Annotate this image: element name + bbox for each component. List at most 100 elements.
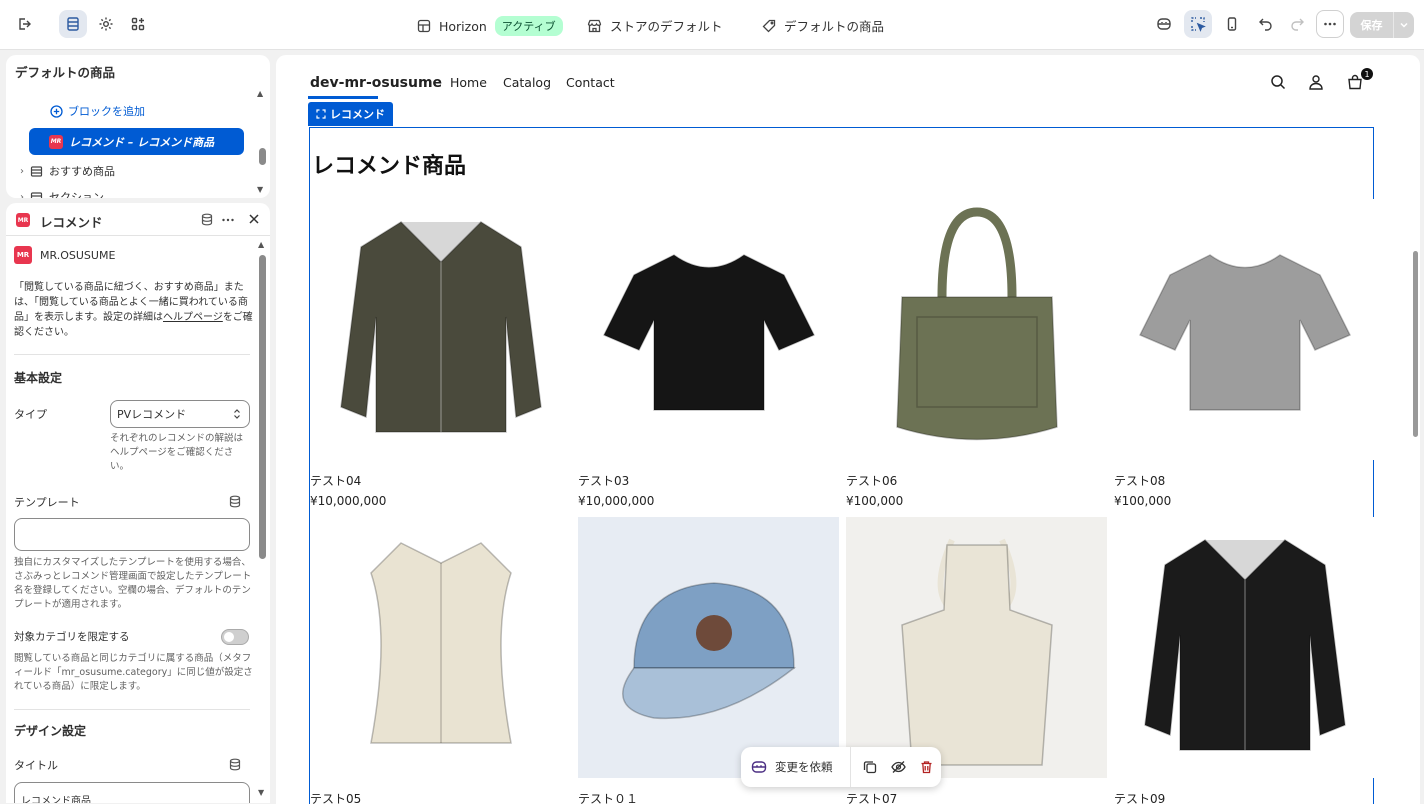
scroll-up-icon[interactable]: ▲ — [257, 89, 263, 98]
template-help: 独自にカスタマイズしたテンプレートを使用する場合、さぶみっとレコメンド管理画面で… — [14, 557, 252, 610]
help-page-link[interactable]: ヘルプページ — [163, 312, 223, 323]
add-block-button[interactable]: ブロックを追加 — [50, 103, 145, 119]
nav-catalog[interactable]: Catalog — [503, 75, 551, 90]
scrollbar-thumb[interactable] — [259, 255, 266, 559]
block-description: 「閲覧している商品に紐づく、おすすめ商品」または、「閲覧している商品とよく一緒に… — [14, 280, 254, 340]
store-preview: dev-mr-osusume Home Catalog Contact 1 レコ… — [276, 55, 1420, 804]
category-toggle[interactable] — [221, 629, 249, 645]
sections-icon[interactable] — [59, 10, 87, 38]
divider — [14, 354, 250, 355]
hide-icon[interactable] — [884, 760, 912, 774]
type-select-value: PVレコメンド — [117, 408, 187, 421]
divider — [14, 709, 250, 710]
product-name[interactable]: テスト09 — [1114, 790, 1375, 804]
select-arrows-icon — [234, 409, 240, 419]
product-name[interactable]: テスト05 — [310, 790, 571, 804]
layout-icon — [417, 19, 431, 33]
store-template-selector[interactable]: ストアのデフォルト — [587, 16, 723, 35]
database-icon[interactable] — [229, 495, 241, 508]
tree-item[interactable]: › セクション — [20, 189, 104, 198]
block-header: MR レコメンド — [6, 203, 270, 236]
product-image[interactable] — [310, 199, 571, 460]
product-price: ¥10,000,000 — [310, 494, 387, 508]
category-help: 閲覧している商品と同じカテゴリに属する商品（メタフィールド「mr_osusume… — [14, 653, 253, 692]
tree-item[interactable]: › おすすめ商品 — [20, 163, 115, 179]
apps-icon[interactable] — [124, 10, 152, 38]
more-icon[interactable] — [221, 213, 235, 227]
section-icon — [30, 191, 43, 198]
more-icon[interactable] — [1316, 10, 1344, 38]
product-card[interactable]: テスト03 ¥10,000,000 — [578, 199, 839, 508]
product-name[interactable]: テスト03 — [578, 472, 839, 489]
product-image[interactable] — [846, 517, 1107, 778]
type-label: タイプ — [14, 408, 47, 421]
section-tag[interactable]: レコメンド — [308, 102, 393, 126]
theme-name: Horizon — [439, 18, 487, 34]
close-icon[interactable] — [248, 213, 260, 225]
product-image[interactable] — [578, 517, 839, 778]
theme-selector[interactable]: Horizon アクティブ — [417, 16, 563, 36]
basic-settings-heading: 基本設定 — [14, 371, 63, 385]
product-image[interactable] — [1114, 199, 1375, 460]
panel-title: デフォルトの商品 — [15, 65, 116, 80]
nav-home[interactable]: Home — [450, 75, 487, 90]
product-card[interactable]: テスト04 ¥10,000,000 — [310, 199, 571, 508]
exit-icon[interactable] — [10, 10, 38, 38]
product-name[interactable]: テスト08 — [1114, 472, 1375, 489]
product-card[interactable]: テスト05 — [310, 517, 571, 804]
title-input[interactable]: レコメンド商品 — [14, 782, 250, 803]
delete-icon[interactable] — [913, 760, 941, 774]
product-template-selector[interactable]: デフォルトの商品 — [762, 16, 884, 35]
product-price: ¥100,000 — [1114, 494, 1172, 508]
top-bar: Horizon アクティブ ストアのデフォルト デフォルトの商品 保存 — [0, 0, 1424, 50]
preview-scrollbar[interactable] — [1413, 251, 1418, 437]
type-select[interactable]: PVレコメンド — [110, 400, 250, 428]
product-image[interactable] — [310, 517, 571, 778]
scroll-up-icon[interactable]: ▲ — [258, 240, 264, 249]
undo-icon[interactable] — [1252, 10, 1280, 38]
account-icon[interactable] — [1308, 74, 1324, 90]
app-block-icon: MR — [49, 134, 63, 149]
store-name[interactable]: dev-mr-osusume — [310, 75, 442, 91]
product-card[interactable]: テスト06 ¥100,000 — [846, 199, 1107, 508]
block-title: レコメンド — [40, 215, 103, 230]
ai-assist-icon — [751, 761, 767, 773]
redo-icon[interactable] — [1283, 10, 1311, 38]
scroll-down-icon[interactable]: ▼ — [258, 788, 264, 797]
search-icon[interactable] — [1270, 74, 1286, 90]
product-name[interactable]: テスト06 — [846, 472, 1107, 489]
duplicate-icon[interactable] — [856, 760, 884, 774]
chevron-right-icon: › — [20, 191, 24, 199]
database-icon[interactable] — [229, 758, 241, 771]
save-dropdown[interactable] — [1394, 12, 1414, 38]
product-card[interactable]: テスト09 — [1114, 517, 1375, 804]
gear-icon[interactable] — [92, 10, 120, 38]
save-button[interactable]: 保存 — [1350, 12, 1394, 38]
cart-count-badge: 1 — [1361, 68, 1373, 80]
inspector-icon[interactable] — [1184, 10, 1212, 38]
database-icon[interactable] — [201, 213, 213, 226]
selected-block[interactable]: MR レコメンド – レコメンド商品 — [29, 128, 244, 155]
tag-icon — [762, 19, 776, 32]
app-logo-icon: MR — [14, 246, 32, 264]
nav-contact[interactable]: Contact — [566, 75, 615, 90]
type-help: それぞれのレコメンドの解説はヘルプページをご確認ください。 — [110, 433, 244, 472]
chevron-right-icon: › — [20, 165, 24, 177]
product-name[interactable]: テスト04 — [310, 472, 571, 489]
ai-assist-icon[interactable] — [1150, 10, 1178, 38]
scroll-down-icon[interactable]: ▼ — [257, 185, 263, 194]
product-image[interactable] — [578, 199, 839, 460]
section-icon — [30, 165, 43, 177]
request-change-button[interactable]: 変更を依頼 — [741, 747, 851, 787]
section-tag-label: レコメンド — [330, 108, 385, 121]
product-image[interactable] — [1114, 517, 1375, 778]
product-name[interactable]: テスト０１ — [578, 790, 839, 804]
product-card[interactable]: テスト08 ¥100,000 — [1114, 199, 1375, 508]
product-image[interactable] — [846, 199, 1107, 460]
scrollbar-thumb[interactable] — [259, 148, 266, 165]
section-title: レコメンド商品 — [312, 154, 467, 179]
product-name[interactable]: テスト07 — [846, 790, 1107, 804]
template-input[interactable] — [14, 518, 250, 551]
tree-item-label: セクション — [49, 191, 104, 198]
mobile-icon[interactable] — [1218, 10, 1246, 38]
